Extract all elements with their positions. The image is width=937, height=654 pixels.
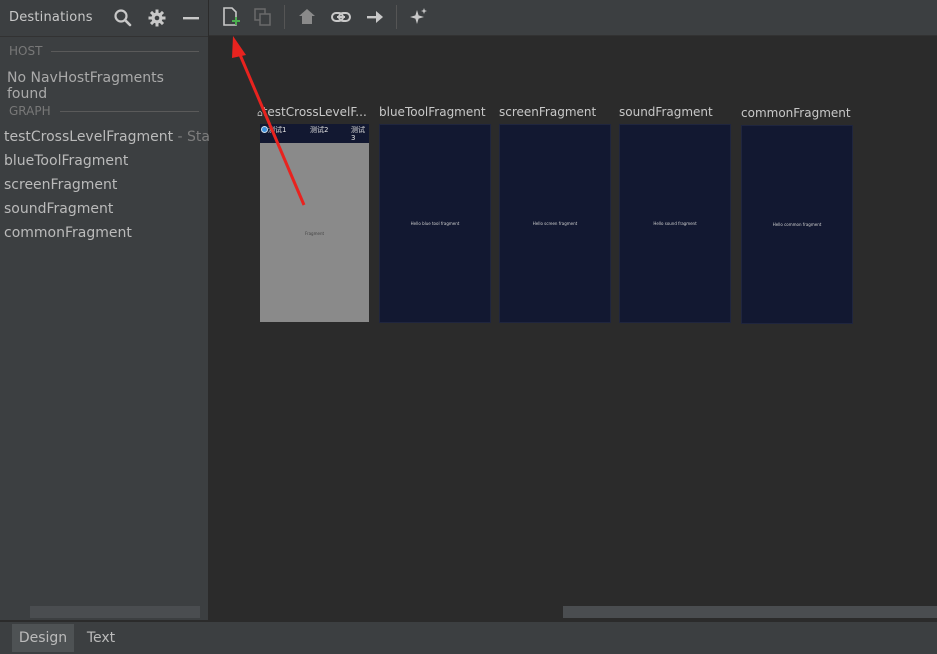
destination-label-screenfragment[interactable]: screenFragment	[499, 105, 596, 119]
canvas-horizontal-scrollbar[interactable]	[563, 606, 937, 618]
destination-label-bluetoolfragment[interactable]: blueToolFragment	[379, 105, 486, 119]
graph-item-screenfragment[interactable]: screenFragment	[4, 177, 117, 193]
destinations-panel: Destinations HOST No NavHostFragments fo…	[0, 0, 221, 620]
preview-tab-bar: 测试1 测试2 测试 3	[260, 124, 369, 143]
search-icon[interactable]	[113, 8, 133, 28]
destination-label-commonfragment[interactable]: commonFragment	[741, 106, 851, 120]
nested-graph-icon	[252, 6, 274, 28]
host-divider	[51, 51, 199, 52]
left-horizontal-scrollbar[interactable]	[30, 606, 200, 618]
graph-section-label: GRAPH	[9, 104, 51, 118]
minimize-icon[interactable]	[181, 8, 201, 28]
destination-name: testCrossLevelF...	[262, 105, 367, 119]
destination-preview-soundfragment[interactable]: Hello sound fragment	[619, 124, 731, 323]
new-destination-icon[interactable]	[220, 6, 242, 28]
preview-text: Hello sound fragment	[653, 221, 697, 226]
preview-tab: 测试 3	[351, 126, 365, 142]
toolbar-separator	[396, 5, 397, 29]
graph-item-label: blueToolFragment	[4, 153, 129, 169]
preview-text: Hello common fragment	[772, 222, 822, 227]
preview-text: Fragment	[304, 231, 325, 236]
tab-design[interactable]: Design	[12, 624, 74, 652]
destination-label-testcrosslevelfragment[interactable]: ⌂testCrossLevelF...	[257, 105, 367, 119]
toolbar-separator	[284, 5, 285, 29]
graph-item-bluetoolfragment[interactable]: blueToolFragment	[4, 153, 128, 169]
host-section-label: HOST	[9, 44, 43, 58]
graph-item-label: soundFragment	[4, 201, 114, 217]
graph-item-commonfragment[interactable]: commonFragment	[4, 225, 132, 241]
graph-item-soundfragment[interactable]: soundFragment	[4, 201, 113, 217]
graph-item-label: screenFragment	[4, 177, 118, 193]
destination-preview-screenfragment[interactable]: Hello screen fragment	[499, 124, 611, 323]
graph-divider	[60, 111, 199, 112]
radio-dot-icon	[261, 126, 268, 133]
tab-text[interactable]: Text	[78, 624, 124, 652]
preview-tab: 测试2	[310, 126, 329, 134]
destination-label-soundfragment[interactable]: soundFragment	[619, 105, 713, 119]
destination-preview-commonfragment[interactable]: Hello common fragment	[741, 125, 853, 324]
destinations-header: Destinations	[0, 0, 208, 37]
panel-title: Destinations	[9, 10, 93, 25]
nav-editor-toolbar	[209, 0, 937, 36]
link-icon[interactable]	[330, 6, 352, 28]
preview-text: Hello blue tool fragment	[410, 221, 460, 226]
graph-item-label: testCrossLevelFragment	[4, 129, 174, 145]
destination-preview-testcrosslevelfragment[interactable]: 测试1 测试2 测试 3 Fragment	[260, 124, 369, 322]
home-icon	[296, 6, 318, 28]
sparkle-icon[interactable]	[408, 6, 430, 28]
destination-preview-bluetoolfragment[interactable]: Hello blue tool fragment	[379, 124, 491, 323]
graph-item-testcrosslevelfragment[interactable]: testCrossLevelFragment - Start	[4, 129, 221, 145]
gear-icon[interactable]	[147, 8, 167, 28]
bottom-tab-bar: Design Text	[0, 620, 937, 654]
preview-text: Hello screen fragment	[532, 221, 578, 226]
graph-item-label: commonFragment	[4, 225, 132, 241]
host-empty-message: No NavHostFragments found	[7, 70, 164, 102]
arrow-right-icon[interactable]	[364, 6, 386, 28]
preview-tab: 测试1	[268, 126, 287, 134]
